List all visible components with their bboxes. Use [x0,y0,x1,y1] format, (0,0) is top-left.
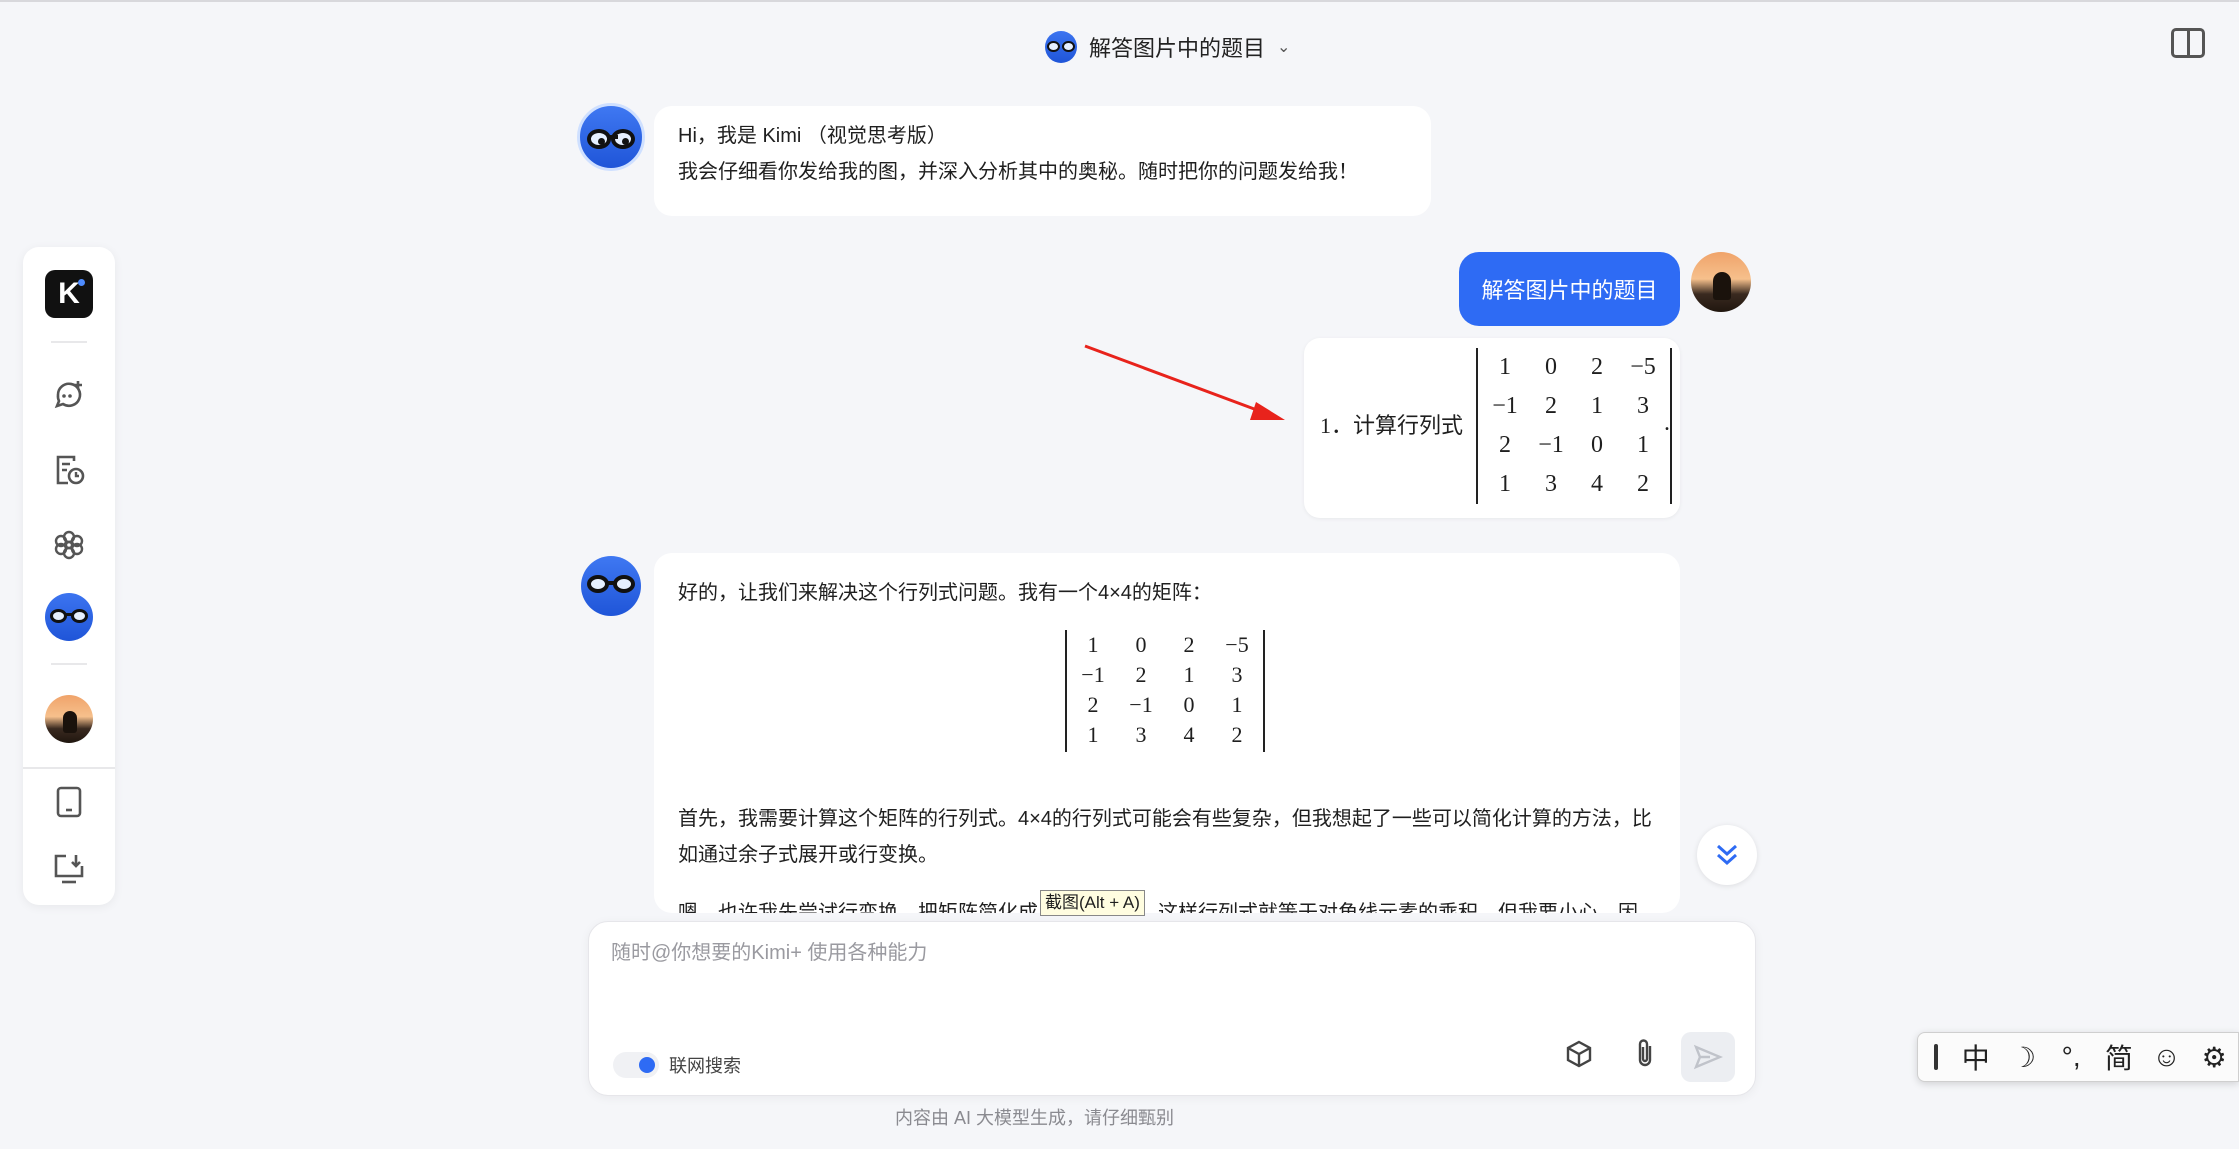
screenshot-tooltip: 截图(Alt + A) [1040,890,1145,916]
scroll-to-bottom-button[interactable] [1697,825,1757,885]
matrix-cell: 2 [1183,632,1195,657]
matrix-cell: 3 [1545,471,1557,497]
red-arrow-annotation [1084,344,1285,420]
matrix-cell: 1 [1231,692,1243,717]
answer-paragraph: 首先，我需要计算这个矩阵的行列式。4×4的行列式可能会有些复杂，但我想起了一些可… [678,808,1652,866]
matrix-cell: −1 [1129,692,1153,717]
conversation-title: 解答图片中的题目 [1089,36,1266,61]
matrix-cell: −5 [1630,354,1656,380]
ime-chinese-mode[interactable]: 中 [1952,1037,2000,1077]
matrix-cell: −1 [1538,432,1564,458]
matrix-cell: 2 [1591,354,1603,380]
matrix-cell: 3 [1231,662,1243,687]
matrix-cell: −1 [1081,662,1105,687]
matrix-cell: 1 [1499,471,1511,497]
conversation-title-dropdown[interactable]: 解答图片中的题目 ⌄ [1045,28,1290,66]
matrix-cell: 0 [1591,432,1603,458]
matrix-cell: 1 [1087,722,1099,747]
attachment-icon[interactable] [1625,1034,1665,1074]
moon-icon[interactable]: ☽ [2000,1041,2048,1074]
matrix-cell: 3 [1135,722,1147,747]
history-icon[interactable] [44,445,94,495]
download-app-icon[interactable] [44,844,94,894]
sidebar-divider [51,663,87,665]
matrix-cell: 2 [1135,662,1147,687]
ime-simplified[interactable]: 简 [2095,1037,2143,1077]
kimi-avatar [581,556,641,616]
matrix-cell: 2 [1545,393,1557,419]
kimi-vision-avatar-icon [1045,31,1077,63]
matrix-cell: 1 [1499,354,1511,380]
matrix-cell: 1 [1637,432,1649,458]
chat-input-box: 联网搜索 [588,921,1756,1096]
ime-grip[interactable] [1934,1044,1938,1070]
matrix-cell: 1 [1591,393,1603,419]
matrix-cell: 0 [1545,354,1557,380]
problem-period: . [1664,410,1670,436]
send-icon [1693,1044,1723,1070]
emoji-icon[interactable]: ☺ [2143,1041,2191,1073]
split-view-icon[interactable] [2171,28,2205,58]
tablet-icon[interactable] [44,777,94,827]
matrix-cell: 0 [1183,692,1195,717]
new-chat-icon[interactable] [44,370,94,420]
matrix-cell: 3 [1637,393,1649,419]
matrix-cell: 1 [1183,662,1195,687]
greeting-message: Hi，我是 Kimi （视觉思考版） 我会仔细看你发给我的图，并深入分析其中的奥… [654,106,1431,216]
sidebar: K [23,247,115,905]
double-chevron-down-icon [1717,844,1737,866]
web-search-toggle[interactable]: 联网搜索 [613,1052,741,1078]
web-search-label: 联网搜索 [669,1056,741,1076]
answer-paragraph: 嗯，也许我先尝试行变换，把矩阵简化成上三角形式，这样行列式就等于对角线元素的乘积… [678,902,1638,913]
matrix-cell: 2 [1499,432,1511,458]
gear-icon[interactable]: ⚙ [2190,1041,2238,1074]
profile-avatar[interactable] [44,694,94,744]
user-avatar [1691,252,1751,312]
answer-intro: 好的，让我们来解决这个行列式问题。我有一个4×4的矩阵： [678,582,1212,604]
ime-toolbar: 中 ☽ °, 简 ☺ ⚙ [1917,1032,2239,1082]
greeting-line-1: Hi，我是 Kimi （视觉思考版） [678,125,947,147]
sidebar-divider [23,767,115,769]
explore-icon[interactable] [44,520,94,570]
matrix-cell: 2 [1637,471,1649,497]
matrix-cell: 0 [1135,632,1147,657]
matrix-cell: −1 [1492,393,1518,419]
sidebar-divider [51,341,87,343]
greeting-line-2: 我会仔细看你发给我的图，并深入分析其中的奥秘。随时把你的问题发给我！ [678,161,1358,183]
matrix-cell: 4 [1591,471,1603,497]
kimi-logo[interactable]: K [44,269,94,319]
ime-punctuation[interactable]: °, [2047,1041,2095,1073]
send-button[interactable] [1681,1032,1735,1082]
cube-icon[interactable] [1559,1034,1599,1074]
user-message: 解答图片中的题目 [1459,252,1680,326]
problem-determinant: 1 0 2 −5 −1 2 1 3 2 −1 0 1 1 3 4 2 [1476,348,1672,504]
matrix-cell: 1 [1087,632,1099,657]
matrix-cell: 4 [1183,722,1195,747]
toggle-switch[interactable] [613,1052,659,1078]
chevron-down-icon: ⌄ [1277,39,1291,56]
kimi-vision-item[interactable] [44,592,94,642]
matrix-cell: −5 [1225,632,1249,657]
matrix-cell: 2 [1087,692,1099,717]
kimi-avatar [577,103,645,171]
window-top-border [0,0,2239,2]
ai-disclaimer: 内容由 AI 大模型生成，请仔细甄别 [894,1108,1174,1128]
chat-input[interactable] [611,942,1711,965]
answer-determinant: 1 0 2 −5 −1 2 1 3 2 −1 0 1 1 3 4 2 [1065,630,1265,752]
problem-label: 1．计算行列式 [1320,413,1464,438]
matrix-cell: 2 [1231,722,1243,747]
